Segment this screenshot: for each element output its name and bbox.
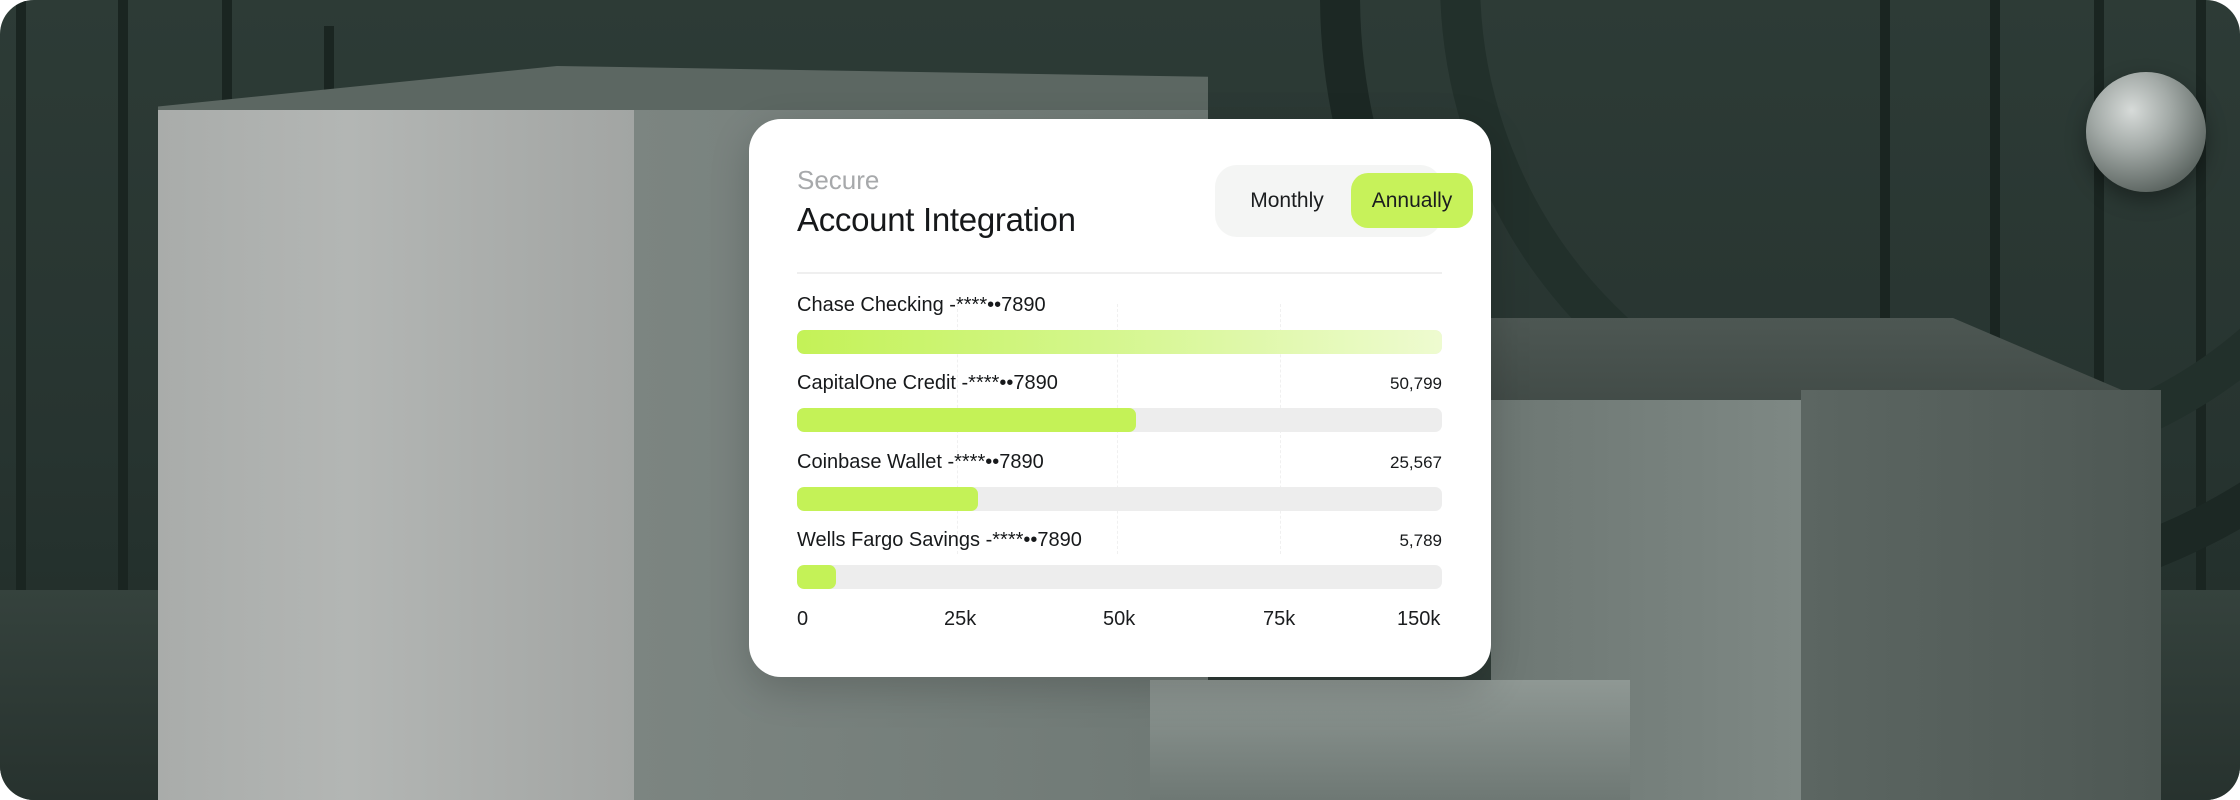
account-row: CapitalOne Credit -****••7890 50,799 [797, 372, 1442, 436]
period-toggle: Monthly Annually [1215, 165, 1473, 237]
progress-fill [797, 408, 1136, 432]
toggle-annually[interactable]: Annually [1351, 173, 1473, 228]
account-row: Coinbase Wallet -****••7890 25,567 [797, 451, 1442, 515]
account-value: 50,799 [1390, 374, 1442, 393]
block-right-side [1801, 390, 2161, 800]
card-title: Account Integration [797, 201, 1076, 238]
account-name: Coinbase Wallet -****••7890 [797, 451, 1044, 473]
card-eyebrow: Secure [797, 165, 880, 195]
account-value: 5,789 [1399, 531, 1442, 550]
axis-tick: 150k [1397, 608, 1441, 630]
divider [797, 272, 1442, 274]
background-pole [118, 0, 128, 590]
axis-tick: 25k [944, 608, 977, 630]
background-scene: Secure Account Integration Monthly Annua… [0, 0, 2240, 800]
toggle-monthly[interactable]: Monthly [1215, 173, 1359, 228]
block-front [158, 110, 634, 800]
progress-fill [797, 487, 978, 511]
account-row: Chase Checking -****••7890 [797, 294, 1442, 358]
progress-fill [797, 330, 1442, 354]
account-value: 25,567 [1390, 453, 1442, 472]
account-name: CapitalOne Credit -****••7890 [797, 372, 1058, 394]
progress-track [797, 565, 1442, 589]
account-integration-card: Secure Account Integration Monthly Annua… [749, 119, 1491, 677]
progress-track [797, 330, 1442, 354]
progress-track [797, 487, 1442, 511]
chrome-sphere [2086, 72, 2206, 192]
axis-tick: 0 [797, 608, 809, 630]
progress-track [797, 408, 1442, 432]
background-pole [16, 0, 26, 590]
block-step [1150, 680, 1630, 800]
account-name: Wells Fargo Savings -****••7890 [797, 529, 1082, 551]
account-name: Chase Checking -****••7890 [797, 294, 1046, 316]
account-row: Wells Fargo Savings -****••7890 5,789 [797, 529, 1442, 593]
axis-ticks: 0 25k 50k 75k 150k [797, 608, 1442, 638]
axis-tick: 75k [1263, 608, 1296, 630]
axis-tick: 50k [1103, 608, 1136, 630]
progress-fill [797, 565, 836, 589]
